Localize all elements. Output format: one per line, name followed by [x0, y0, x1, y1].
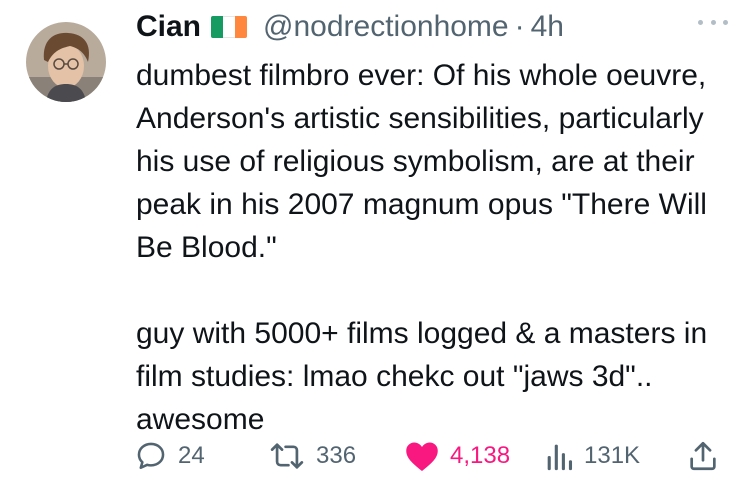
avatar-image	[26, 22, 106, 102]
view-count: 131K	[584, 442, 641, 469]
user-handle[interactable]: @nodrectionhome	[263, 8, 509, 46]
reply-button[interactable]: 24	[134, 436, 205, 476]
like-count: 4,138	[450, 442, 511, 469]
views-icon	[547, 444, 573, 471]
heart-icon	[406, 442, 438, 471]
retweet-button[interactable]: 336	[268, 436, 356, 476]
share-icon	[690, 441, 716, 471]
reply-count: 24	[178, 442, 205, 469]
ireland-flag-icon	[211, 16, 248, 38]
retweet-count: 336	[316, 442, 357, 469]
avatar[interactable]	[26, 22, 106, 102]
more-options-icon[interactable]	[698, 12, 728, 32]
timestamp[interactable]: 4h	[531, 8, 564, 46]
retweet-icon	[270, 443, 304, 469]
action-bar: 24 336 4,138 131K	[134, 436, 724, 476]
tweet-paragraph: guy with 5000+ films logged & a masters …	[136, 317, 708, 436]
share-button[interactable]	[686, 436, 720, 476]
separator-dot: ·	[514, 10, 525, 43]
reply-icon	[137, 442, 165, 470]
tweet-paragraph: dumbest filmbro ever: Of his whole oeuvr…	[136, 59, 707, 264]
like-button[interactable]: 4,138	[404, 436, 510, 476]
display-name[interactable]: Cian	[136, 8, 201, 46]
tweet-text: dumbest filmbro ever: Of his whole oeuvr…	[136, 54, 736, 441]
views-button[interactable]: 131K	[544, 436, 640, 476]
tweet-header: Cian @nodrectionhome · 4h	[136, 8, 564, 46]
